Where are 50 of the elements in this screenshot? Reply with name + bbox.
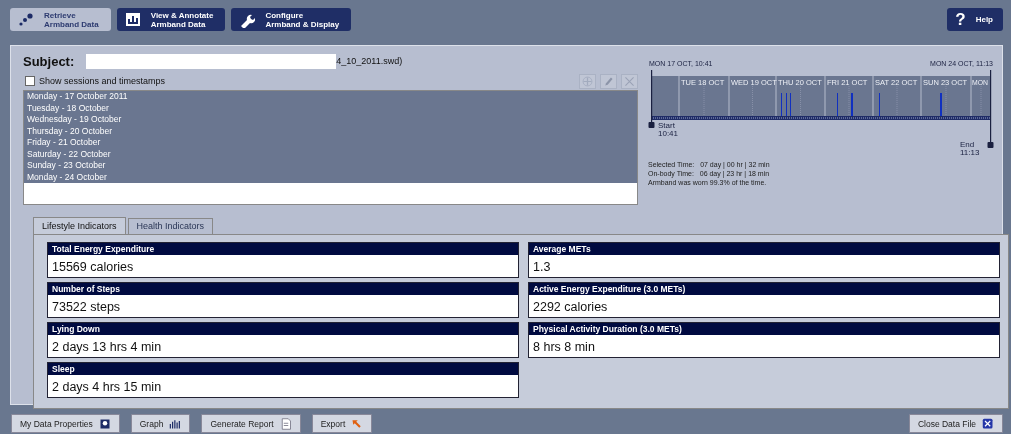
help-icon: ? <box>955 9 966 30</box>
subject-label: Subject: <box>23 53 75 69</box>
footer-button[interactable]: My Data Properties <box>11 414 120 433</box>
checkbox-label: Show sessions and timestamps <box>39 76 166 86</box>
footer-button[interactable]: Graph <box>130 414 191 433</box>
timeline-track[interactable] <box>650 75 992 120</box>
indicator-value: 2 days 4 hrs 15 min <box>51 379 163 396</box>
end-time: 11:13 <box>960 148 980 157</box>
indicator-title: Average METs <box>529 243 999 255</box>
checkbox[interactable] <box>25 76 35 86</box>
indicator-title: Sleep <box>48 363 518 375</box>
close-file-button[interactable]: Close Data File <box>908 414 1003 433</box>
indicator-title: Total Energy Expenditure <box>48 243 518 255</box>
indicator-value: 2 days 13 hrs 4 min <box>51 339 163 356</box>
close-icon <box>623 74 636 88</box>
plus-icon <box>581 74 594 88</box>
indicator-title: Lying Down <box>48 323 518 335</box>
footer-button[interactable]: Export <box>311 414 373 433</box>
end-label: End <box>960 140 975 149</box>
chart-icon <box>124 11 141 28</box>
start-handle[interactable] <box>648 70 655 128</box>
nav-tab[interactable]: Retrieve Armband Data <box>10 8 111 31</box>
person-icon <box>98 417 111 430</box>
indicator-title: Physical Activity Duration (3.0 METs) <box>529 323 999 335</box>
day-item[interactable]: Wednesday - 19 October <box>24 114 637 126</box>
end-handle[interactable] <box>987 70 994 148</box>
help-button[interactable]: ? Help <box>947 8 1003 31</box>
indicator-title: Number of Steps <box>48 283 518 295</box>
arrow-icon <box>351 417 364 430</box>
day-item[interactable]: Sunday - 23 October <box>24 160 637 172</box>
footer-button[interactable]: Generate Report <box>201 414 301 433</box>
day-item[interactable]: Friday - 21 October <box>24 137 637 149</box>
indicator-value: 2292 calories <box>532 299 609 316</box>
bar-chart-icon <box>169 417 182 430</box>
start-label: Start <box>658 121 675 130</box>
subject-value: 4_10_2011.swd) <box>336 56 403 66</box>
indicator-title: Active Energy Expenditure (3.0 METs) <box>529 283 999 295</box>
indicator-value: 15569 calories <box>51 259 135 276</box>
tab[interactable]: Health Indicators <box>127 218 214 234</box>
day-item[interactable]: Monday - 17 October 2011 <box>24 91 637 103</box>
indicator-value: 1.3 <box>532 259 552 276</box>
dots-icon <box>18 11 34 28</box>
nav-tab[interactable]: Configure Armband & Display <box>231 8 352 31</box>
document-icon <box>279 417 292 430</box>
indicator-value: 8 hrs 8 min <box>532 339 596 356</box>
indicator-value: 73522 steps <box>51 299 122 316</box>
nav-tab[interactable]: View & Annotate Armband Data <box>116 8 226 31</box>
start-time: 10:41 <box>658 129 679 138</box>
tab[interactable]: Lifestyle Indicators <box>33 217 126 234</box>
close-icon <box>982 417 994 430</box>
